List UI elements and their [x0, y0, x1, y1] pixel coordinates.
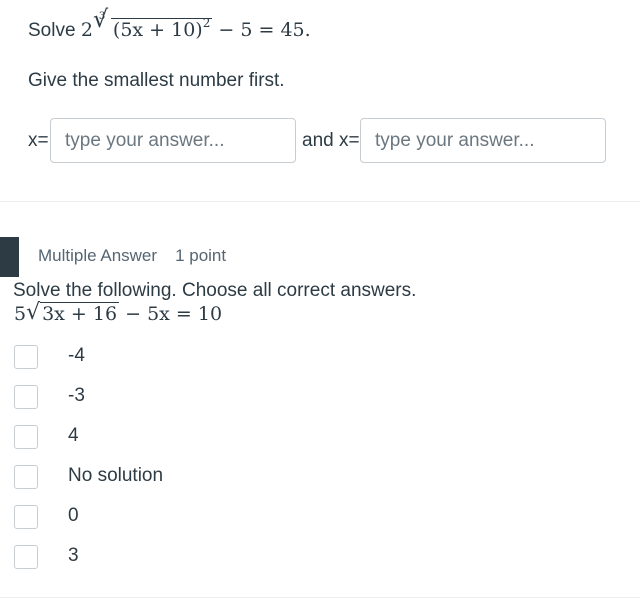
question-divider [0, 201, 640, 202]
equation-coefficient: 5 [14, 303, 27, 325]
option-item[interactable]: 0 [14, 504, 314, 530]
question-2-header: Multiple Answer 1 point [38, 246, 226, 266]
square-root: √ 3x + 16 [26, 300, 120, 325]
option-item[interactable]: No solution [14, 464, 314, 490]
question-2-equation: 5 √ 3x + 16 − 5x = 10 [14, 300, 223, 325]
question-2-marker [0, 237, 19, 277]
option-item[interactable]: 4 [14, 424, 314, 450]
instruction-text: Give the smallest number first. [28, 70, 285, 91]
radicand-text: (5x + 10) [112, 19, 203, 41]
answer-1-label: x= [28, 130, 49, 151]
checkbox[interactable] [14, 465, 38, 489]
answer-1-input[interactable] [50, 118, 296, 163]
question-points: 1 point [175, 246, 227, 265]
option-label: 0 [68, 505, 79, 526]
checkbox[interactable] [14, 425, 38, 449]
answer-2-input[interactable] [360, 118, 606, 163]
option-label: 4 [68, 425, 79, 446]
cube-root: 3 √ (5x + 10)2 [93, 5, 213, 45]
checkbox[interactable] [14, 545, 38, 569]
radical-sign-icon: √ [92, 5, 109, 33]
option-label: -3 [68, 385, 85, 406]
option-item[interactable]: -4 [14, 344, 314, 370]
option-item[interactable]: -3 [14, 384, 314, 410]
radicand: 3x + 16 [40, 302, 120, 325]
option-label: -4 [68, 345, 85, 366]
option-item[interactable]: 3 [14, 544, 314, 570]
solve-word: Solve [28, 20, 76, 41]
exponent: 2 [202, 16, 211, 30]
checkbox[interactable] [14, 385, 38, 409]
option-label: 3 [68, 545, 79, 566]
option-label: No solution [68, 465, 164, 486]
question-1-equation: 2 3 √ (5x + 10)2 − 5 = 45. [80, 5, 311, 41]
question-1: Solve 2 3 √ (5x + 10)2 − 5 = 45. Give the s… [0, 0, 640, 201]
checkbox[interactable] [14, 505, 38, 529]
bottom-divider [0, 597, 640, 598]
equation-rest: − 5 = 45. [218, 19, 311, 41]
answer-2-label: and x= [302, 130, 360, 151]
radical-sign-icon: √ [26, 300, 41, 325]
checkbox[interactable] [14, 345, 38, 369]
question-2-prompt: Solve the following. Choose all correct … [13, 280, 417, 301]
radicand: (5x + 10)2 [110, 16, 213, 41]
question-type: Multiple Answer [38, 246, 158, 265]
equation-rest: − 5x = 10 [125, 303, 223, 325]
equation-coefficient: 2 [80, 19, 93, 41]
question-1-prompt: Solve 2 3 √ (5x + 10)2 − 5 = 45. [28, 5, 311, 46]
